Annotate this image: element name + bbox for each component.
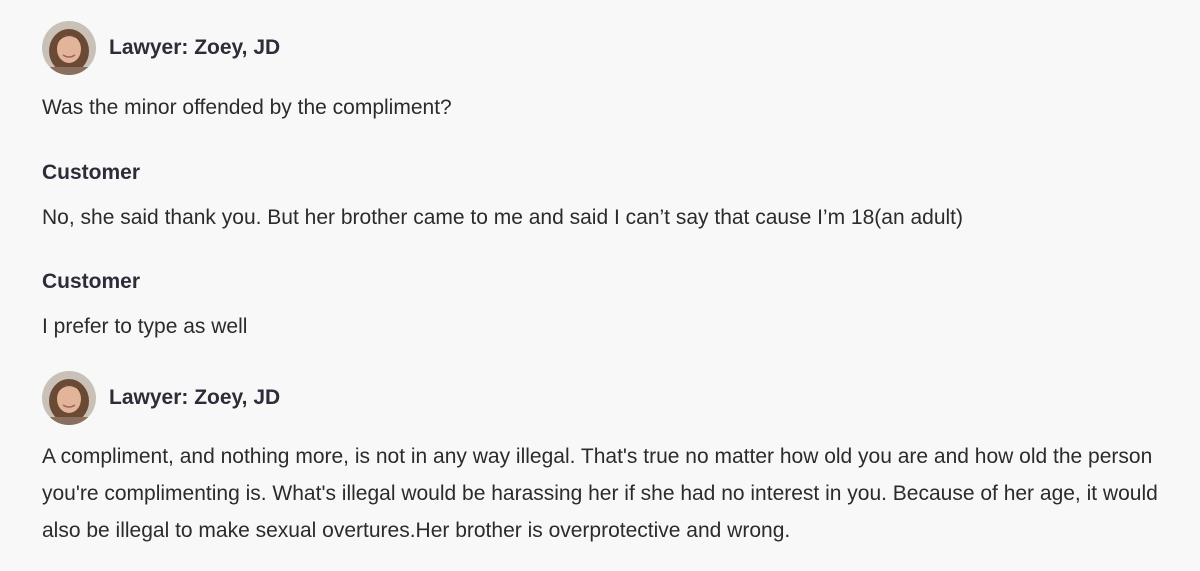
chat-thread: Lawyer: Zoey, JD Was the minor offended … xyxy=(0,0,1200,571)
lawyer-message-text: A compliment, and nothing more, is not i… xyxy=(42,445,1158,542)
customer-name: Customer xyxy=(42,161,141,184)
customer-message-text: No, she said thank you. But her brother … xyxy=(42,206,963,229)
lawyer-message-text: Was the minor offended by the compliment… xyxy=(42,96,452,119)
lawyer-message-header: Lawyer: Zoey, JD xyxy=(42,21,280,75)
customer-name: Customer xyxy=(42,270,141,293)
lawyer-avatar-icon xyxy=(42,21,96,75)
lawyer-message-header: Lawyer: Zoey, JD xyxy=(42,371,280,425)
lawyer-name: Lawyer: Zoey, JD xyxy=(109,386,281,409)
customer-message-text: I prefer to type as well xyxy=(42,315,248,338)
lawyer-avatar-icon xyxy=(42,371,96,425)
lawyer-name: Lawyer: Zoey, JD xyxy=(109,36,281,59)
